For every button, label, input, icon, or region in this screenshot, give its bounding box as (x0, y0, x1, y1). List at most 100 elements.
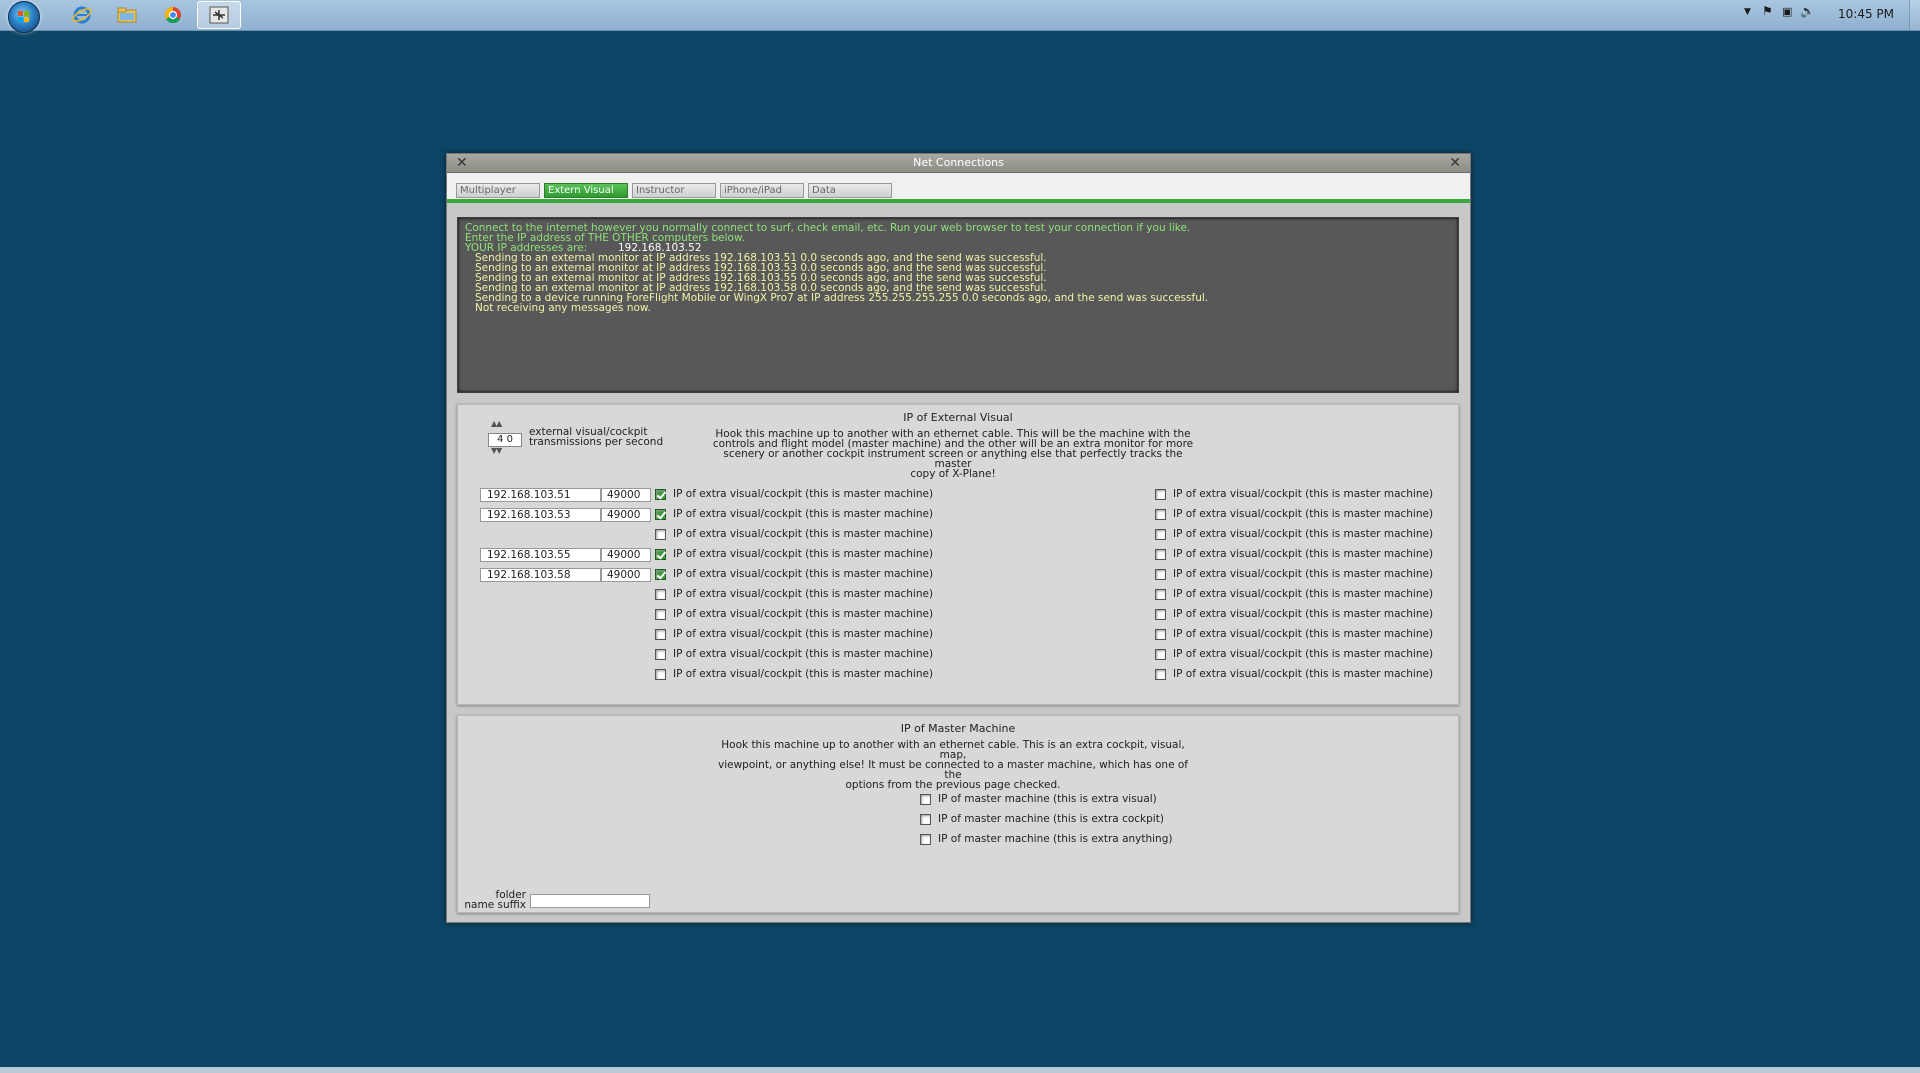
extra-visual-checkbox[interactable] (655, 569, 666, 580)
folder-label-line: name suffix (464, 899, 526, 911)
extra-visual-label: IP of extra visual/cockpit (this is mast… (673, 648, 934, 660)
show-desktop-button[interactable] (1909, 0, 1920, 30)
extra-visual-checkbox[interactable] (1155, 569, 1166, 580)
folder-suffix-label: folder name suffix (462, 890, 526, 911)
rate-label: external visual/cockpit transmissions pe… (529, 427, 664, 448)
decrease-arrow-icon[interactable]: ▼▼ (491, 446, 502, 455)
ip-address-field[interactable]: 192.168.103.55 (480, 548, 601, 562)
clock[interactable]: 10:45 PM (1838, 7, 1894, 21)
extra-visual-label: IP of extra visual/cockpit (this is mast… (673, 668, 934, 680)
net-connections-window: ✕ Net Connections ✕ Multiplayer Extern V… (446, 153, 1471, 923)
ip-address-field[interactable]: 192.168.103.53 (480, 508, 601, 522)
network-icon[interactable]: ▣ (1782, 5, 1792, 18)
description-line: viewpoint, or anything else! It must be … (718, 759, 1188, 781)
master-option-checkbox[interactable] (920, 814, 931, 825)
extra-visual-label: IP of extra visual/cockpit (this is mast… (673, 528, 934, 540)
extra-visual-checkbox[interactable] (655, 509, 666, 520)
extra-visual-label: IP of extra visual/cockpit (this is mast… (1173, 668, 1434, 680)
status-console: Connect to the internet however you norm… (457, 217, 1459, 393)
panel-title: IP of External Visual (903, 411, 1013, 424)
master-option-label: IP of master machine (this is extra visu… (938, 793, 1157, 805)
extra-visual-label: IP of extra visual/cockpit (this is mast… (673, 568, 934, 580)
windows-start-button[interactable] (8, 1, 40, 33)
master-option-checkbox[interactable] (920, 834, 931, 845)
extra-visual-checkbox[interactable] (655, 529, 666, 540)
extra-visual-checkbox[interactable] (1155, 509, 1166, 520)
console-status-line: Not receiving any messages now. (475, 302, 651, 314)
panel-title: IP of Master Machine (900, 722, 1016, 735)
ip-address-field[interactable]: 192.168.103.58 (480, 568, 601, 582)
extra-visual-checkbox[interactable] (1155, 589, 1166, 600)
extra-visual-checkbox[interactable] (655, 589, 666, 600)
description-line: options from the previous page checked. (845, 779, 1061, 791)
extra-visual-label: IP of extra visual/cockpit (this is mast… (1173, 528, 1434, 540)
description-line: Hook this machine up to another with an … (721, 739, 1185, 761)
port-field[interactable]: 49000 (601, 508, 651, 522)
tab-data[interactable]: Data (808, 183, 892, 198)
extra-visual-checkbox[interactable] (655, 489, 666, 500)
chrome-icon[interactable] (161, 4, 185, 26)
ip-address-field[interactable]: 192.168.103.51 (480, 488, 601, 502)
window-titlebar[interactable]: ✕ Net Connections ✕ (447, 154, 1470, 173)
extra-visual-checkbox[interactable] (1155, 489, 1166, 500)
extra-visual-label: IP of extra visual/cockpit (this is mast… (673, 548, 934, 560)
master-machine-panel: IP of Master Machine Hook this machine u… (457, 715, 1459, 913)
extra-visual-label: IP of extra visual/cockpit (this is mast… (1173, 488, 1434, 500)
extra-visual-label: IP of extra visual/cockpit (this is mast… (1173, 548, 1434, 560)
external-visual-panel: IP of External Visual ▲▲ 4 0 ▼▼ external… (457, 404, 1459, 705)
extra-visual-label: IP of extra visual/cockpit (this is mast… (673, 588, 934, 600)
extra-visual-label: IP of extra visual/cockpit (this is mast… (673, 628, 934, 640)
extra-visual-checkbox[interactable] (1155, 609, 1166, 620)
xplane-icon[interactable] (197, 1, 241, 29)
desktop-bottom-edge (0, 1067, 1920, 1073)
extra-visual-checkbox[interactable] (655, 669, 666, 680)
tab-underline (447, 199, 1470, 203)
master-option-label: IP of master machine (this is extra cock… (938, 813, 1164, 825)
file-explorer-icon[interactable] (115, 4, 139, 26)
close-icon[interactable]: ✕ (1449, 154, 1461, 172)
volume-icon[interactable]: 🔈 (1800, 4, 1815, 18)
tray-expand-icon[interactable]: ▼ (1744, 7, 1751, 17)
rate-label-line: transmissions per second (529, 436, 664, 448)
extra-visual-checkbox[interactable] (1155, 669, 1166, 680)
extra-visual-checkbox[interactable] (655, 629, 666, 640)
folder-suffix-input[interactable] (530, 894, 650, 908)
extra-visual-checkbox[interactable] (1155, 549, 1166, 560)
port-field[interactable]: 49000 (601, 548, 651, 562)
window-title: Net Connections (913, 156, 1004, 169)
master-option-checkbox[interactable] (920, 794, 931, 805)
description-line: scenery or another cockpit instrument sc… (723, 448, 1183, 470)
extra-visual-label: IP of extra visual/cockpit (this is mast… (1173, 508, 1434, 520)
increase-arrow-icon[interactable]: ▲▲ (491, 419, 502, 428)
extra-visual-checkbox[interactable] (1155, 629, 1166, 640)
extra-visual-checkbox[interactable] (655, 549, 666, 560)
extra-visual-label: IP of extra visual/cockpit (this is mast… (673, 508, 934, 520)
port-field[interactable]: 49000 (601, 568, 651, 582)
extra-visual-label: IP of extra visual/cockpit (this is mast… (1173, 648, 1434, 660)
port-field[interactable]: 49000 (601, 488, 651, 502)
flag-icon[interactable]: ⚑ (1762, 4, 1773, 18)
tab-extern-visual[interactable]: Extern Visual (544, 183, 628, 198)
extra-visual-checkbox[interactable] (655, 649, 666, 660)
taskbar: ▼ ⚑ ▣ 🔈 10:45 PM (0, 0, 1920, 33)
tab-multiplayer[interactable]: Multiplayer (456, 183, 540, 198)
extra-visual-checkbox[interactable] (1155, 649, 1166, 660)
windows-logo-icon (18, 11, 30, 23)
external-visual-description: Hook this machine up to another with an … (708, 429, 1198, 480)
tab-bar: Multiplayer Extern Visual Instructor iPh… (447, 173, 1470, 199)
extra-visual-checkbox[interactable] (1155, 529, 1166, 540)
transmission-rate-control: ▲▲ 4 0 ▼▼ (488, 419, 522, 457)
extra-visual-label: IP of extra visual/cockpit (this is mast… (1173, 568, 1434, 580)
description-line: copy of X-Plane! (910, 468, 996, 480)
extra-visual-label: IP of extra visual/cockpit (this is mast… (1173, 628, 1434, 640)
extra-visual-label: IP of extra visual/cockpit (this is mast… (673, 488, 934, 500)
tab-iphone-ipad[interactable]: iPhone/iPad (720, 183, 804, 198)
rate-value[interactable]: 4 0 (488, 433, 522, 447)
tab-instructor[interactable]: Instructor (632, 183, 716, 198)
extra-visual-label: IP of extra visual/cockpit (this is mast… (673, 608, 934, 620)
extra-visual-label: IP of extra visual/cockpit (this is mast… (1173, 588, 1434, 600)
master-option-label: IP of master machine (this is extra anyt… (938, 833, 1173, 845)
extra-visual-checkbox[interactable] (655, 609, 666, 620)
extra-visual-label: IP of extra visual/cockpit (this is mast… (1173, 608, 1434, 620)
internet-explorer-icon[interactable] (70, 4, 94, 26)
